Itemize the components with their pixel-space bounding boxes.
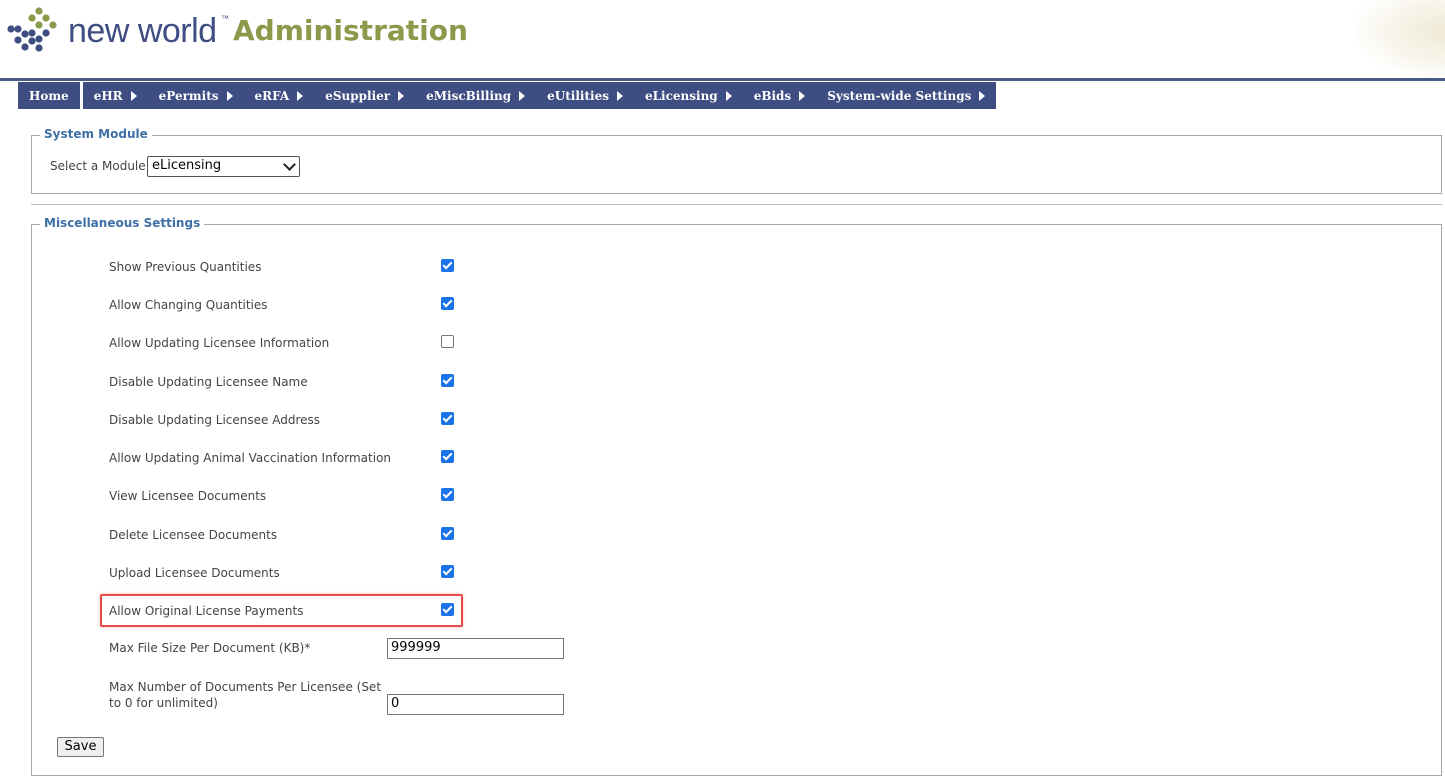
caret-right-icon	[130, 90, 137, 101]
nav-emiscbilling-label: eMiscBilling	[426, 88, 512, 103]
header: new world ™ Administration	[0, 0, 1445, 81]
setting-label: Disable Updating Licensee Address	[109, 413, 321, 427]
caret-right-icon	[979, 90, 986, 101]
logo-dots-icon	[7, 7, 57, 52]
nav-esupplier-label: eSupplier	[325, 88, 391, 103]
max-file-size-label: Max File Size Per Document (KB)*	[109, 641, 311, 655]
setting-label: Allow Updating Animal Vaccination Inform…	[109, 451, 392, 465]
nav-erfa-label: eRFA	[254, 88, 290, 103]
nav-ehr[interactable]: eHR	[82, 82, 148, 109]
caret-right-icon	[226, 90, 233, 101]
setting-label: Upload Licensee Documents	[109, 566, 280, 580]
nav-ebids-label: eBids	[753, 88, 792, 103]
nav-epermits-label: ePermits	[158, 88, 219, 103]
max-file-size-input[interactable]: 999999	[387, 638, 564, 659]
logo-product: Administration	[233, 14, 468, 47]
nav-elicensing-label: eLicensing	[644, 88, 718, 103]
allow-updating-animal-vaccination-checkbox[interactable]	[441, 450, 454, 463]
setting-label: Allow Changing Quantities	[109, 298, 268, 312]
misc-settings-legend: Miscellaneous Settings	[40, 216, 205, 230]
delete-licensee-documents-checkbox[interactable]	[441, 527, 454, 540]
allow-original-license-payments-checkbox[interactable]	[441, 603, 454, 616]
logo-trademark: ™	[221, 14, 229, 23]
header-decoration	[1355, 0, 1445, 78]
nav-system-wide-settings-label: System-wide Settings	[827, 88, 972, 103]
setting-label: Delete Licensee Documents	[109, 528, 278, 542]
setting-label: View Licensee Documents	[109, 489, 267, 503]
chevron-down-icon	[283, 158, 296, 171]
logo-brand: new world	[68, 12, 217, 50]
nav-ebids[interactable]: eBids	[742, 82, 817, 109]
nav-epermits[interactable]: ePermits	[147, 82, 244, 109]
disable-updating-licensee-address-checkbox[interactable]	[441, 412, 454, 425]
caret-right-icon	[398, 90, 405, 101]
setting-label: Show Previous Quantities	[109, 260, 262, 274]
upload-licensee-documents-checkbox[interactable]	[441, 565, 454, 578]
nav-ehr-label: eHR	[93, 88, 123, 103]
show-previous-quantities-checkbox[interactable]	[441, 259, 454, 272]
nav-home[interactable]: Home	[18, 82, 80, 109]
caret-right-icon	[616, 90, 623, 101]
nav-emiscbilling[interactable]: eMiscBilling	[415, 82, 537, 109]
allow-changing-quantities-checkbox[interactable]	[441, 297, 454, 310]
setting-label: Allow Original License Payments	[109, 604, 304, 618]
save-button[interactable]: Save	[57, 737, 104, 757]
system-module-legend: System Module	[40, 127, 152, 141]
caret-right-icon	[725, 90, 732, 101]
nav-esupplier[interactable]: eSupplier	[314, 82, 416, 109]
max-docs-input[interactable]: 0	[387, 694, 564, 715]
caret-right-icon	[799, 90, 806, 101]
section-divider	[31, 204, 1442, 205]
caret-right-icon	[519, 90, 526, 101]
module-select-value: eLicensing	[152, 158, 222, 173]
nav-system-wide-settings[interactable]: System-wide Settings	[816, 82, 997, 109]
main-nav: Home eHR ePermits eRFA eSupplier eMiscBi…	[18, 82, 997, 109]
nav-eutilities-label: eUtilities	[547, 88, 609, 103]
module-select[interactable]: eLicensing	[147, 156, 300, 177]
caret-right-icon	[297, 90, 304, 101]
view-licensee-documents-checkbox[interactable]	[441, 488, 454, 501]
nav-elicensing[interactable]: eLicensing	[633, 82, 743, 109]
max-docs-label-line2: to 0 for unlimited)	[109, 696, 218, 710]
max-docs-label-line1: Max Number of Documents Per Licensee (Se…	[109, 680, 382, 694]
setting-label: Allow Updating Licensee Information	[109, 336, 330, 350]
select-module-label: Select a Module	[50, 159, 146, 173]
allow-updating-licensee-information-checkbox[interactable]	[441, 335, 454, 348]
disable-updating-licensee-name-checkbox[interactable]	[441, 374, 454, 387]
nav-eutilities[interactable]: eUtilities	[536, 82, 634, 109]
setting-label: Disable Updating Licensee Name	[109, 375, 308, 389]
nav-erfa[interactable]: eRFA	[243, 82, 315, 109]
